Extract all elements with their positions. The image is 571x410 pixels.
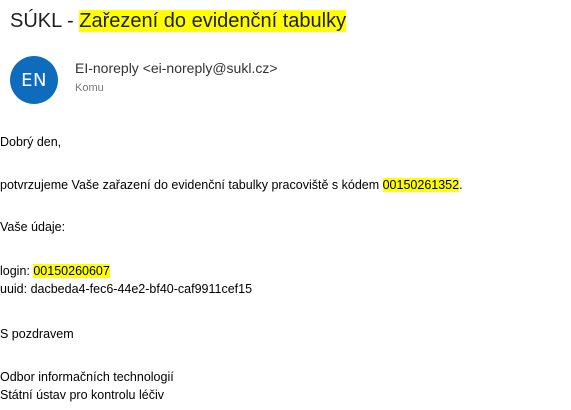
greeting: Dobrý den, (0, 135, 62, 149)
login-value: 00150260607 (33, 264, 110, 278)
recipient-label[interactable]: Komu (75, 82, 104, 94)
sender-address[interactable]: EI-noreply <ei-noreply@sukl.cz> (75, 60, 278, 76)
login-line: login: 00150260607 (0, 263, 571, 279)
details-label: Vaše údaje: (0, 220, 66, 234)
avatar-initials: EN (21, 69, 47, 91)
sender-avatar[interactable]: EN (10, 56, 58, 104)
signature-institution: Státní ústav pro kontrolu léčiv (0, 388, 164, 402)
subject-highlight: Zařezení do evidenční tabulky (79, 10, 347, 32)
workplace-code: 00150261352 (382, 178, 460, 192)
email-subject: SÚKL - Zařezení do evidenční tabulky (10, 8, 347, 34)
confirmation-end: . (459, 178, 463, 192)
signature-department: Odbor informačních technologií (0, 370, 174, 384)
confirmation-text: potvrzujeme Vaše zařazení do evidenční t… (0, 178, 383, 192)
uuid-line: uuid: dacbeda4-fec6-44e2-bf40-caf9911cef… (0, 282, 253, 296)
closing-line: S pozdravem (0, 327, 74, 341)
confirmation-line: potvrzujeme Vaše zařazení do evidenční t… (0, 177, 571, 193)
subject-prefix: SÚKL - (10, 10, 80, 32)
login-label: login: (0, 264, 34, 278)
